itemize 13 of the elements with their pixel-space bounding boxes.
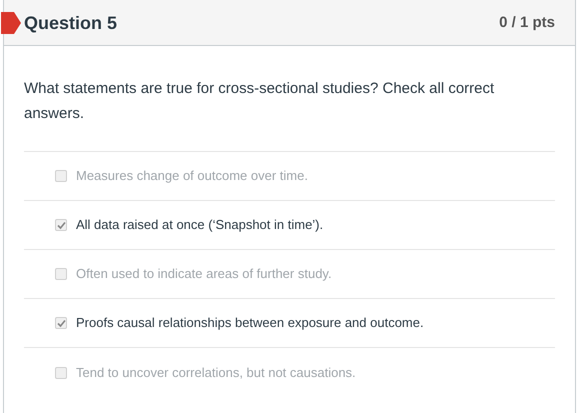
checkbox[interactable]: [55, 170, 67, 182]
checkbox[interactable]: [55, 366, 67, 378]
checkbox[interactable]: [55, 268, 67, 280]
checkbox[interactable]: [55, 317, 67, 329]
answer-label: All data raised at once (‘Snapshot in time’).: [76, 216, 324, 234]
points-score: 0 / 1 pts: [499, 13, 555, 33]
answer-label: Proofs causal relationships between exposure and outcome.: [76, 314, 424, 332]
question-text: What statements are true for cross-sectional studies? Check all correct answers.: [24, 79, 496, 124]
answer-label: Often used to indicate areas of further study.: [76, 265, 332, 284]
answer-label: Tend to uncover correlations, but not causations.: [76, 364, 356, 382]
checkbox[interactable]: [55, 219, 67, 231]
question-title: Question 5: [24, 12, 118, 35]
answer-label: Measures change of outcome over time.: [76, 167, 308, 186]
